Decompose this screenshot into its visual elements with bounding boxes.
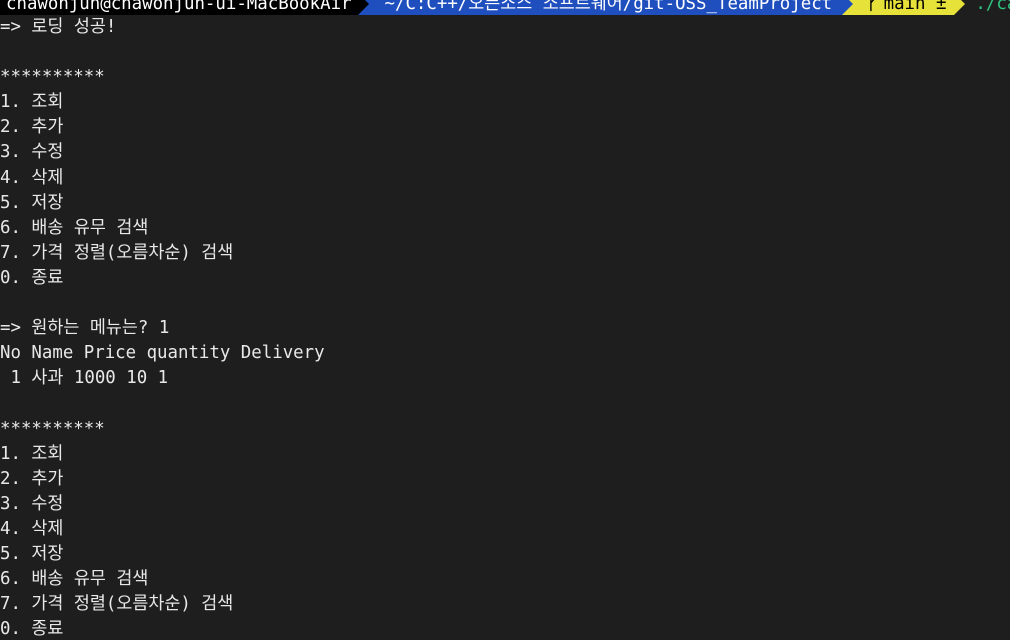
output-line: 0. 종료 bbox=[0, 619, 64, 640]
output-line: 1. 조회 bbox=[0, 92, 64, 113]
output-line: 7. 가격 정렬(오름차순) 검색 bbox=[0, 594, 234, 615]
output-line: 6. 배송 유무 검색 bbox=[0, 569, 149, 590]
git-branch-icon: ᚠ bbox=[867, 0, 878, 14]
prompt-separator-icon bbox=[954, 0, 966, 15]
output-line: 3. 수정 bbox=[0, 142, 64, 163]
output-line: 1 사과 1000 10 1 bbox=[0, 368, 169, 389]
output-line: 1. 조회 bbox=[0, 443, 64, 464]
prompt-user-host: chawonjun@chawonjun-ui-MacBookAir bbox=[0, 0, 358, 15]
output-line: 7. 가격 정렬(오름차순) 검색 bbox=[0, 242, 234, 263]
output-line: No Name Price quantity Delivery bbox=[0, 343, 325, 364]
output-line: 4. 삭제 bbox=[0, 167, 64, 188]
output-line: 2. 추가 bbox=[0, 468, 64, 489]
output-line: 6. 배송 유무 검색 bbox=[0, 217, 149, 238]
prompt-path: ~/C:C++/오픈소스 소프트웨어/git-OSS_TeamProject bbox=[368, 0, 843, 15]
terminal-output: => 로딩 성공! ********** 1. 조회 2. 추가 3. 수정 4. 삭제 5… bbox=[0, 15, 325, 640]
prompt-git-status: ᚠ main ± bbox=[853, 0, 955, 15]
output-line: 3. 수정 bbox=[0, 493, 64, 514]
output-line: 0. 종료 bbox=[0, 267, 64, 288]
output-line: => 로딩 성공! bbox=[0, 17, 117, 37]
terminal-window[interactable]: chawonjun@chawonjun-ui-MacBookAir ~/C:C+… bbox=[0, 0, 1010, 640]
git-branch-name: main ± bbox=[883, 0, 947, 14]
output-line: ********** bbox=[0, 67, 105, 88]
output-line: => 원하는 메뉴는? 1 bbox=[0, 318, 170, 339]
output-line: 2. 추가 bbox=[0, 117, 64, 138]
output-line: 5. 저장 bbox=[0, 192, 64, 213]
prompt-separator-icon bbox=[842, 0, 854, 15]
prompt-command: ./calculator bbox=[975, 0, 1010, 14]
prompt-separator-icon bbox=[357, 0, 369, 15]
output-line: 4. 삭제 bbox=[0, 518, 64, 539]
output-line: 5. 저장 bbox=[0, 543, 64, 564]
shell-prompt: chawonjun@chawonjun-ui-MacBookAir ~/C:C+… bbox=[0, 0, 1010, 15]
output-line: ********** bbox=[0, 418, 105, 439]
